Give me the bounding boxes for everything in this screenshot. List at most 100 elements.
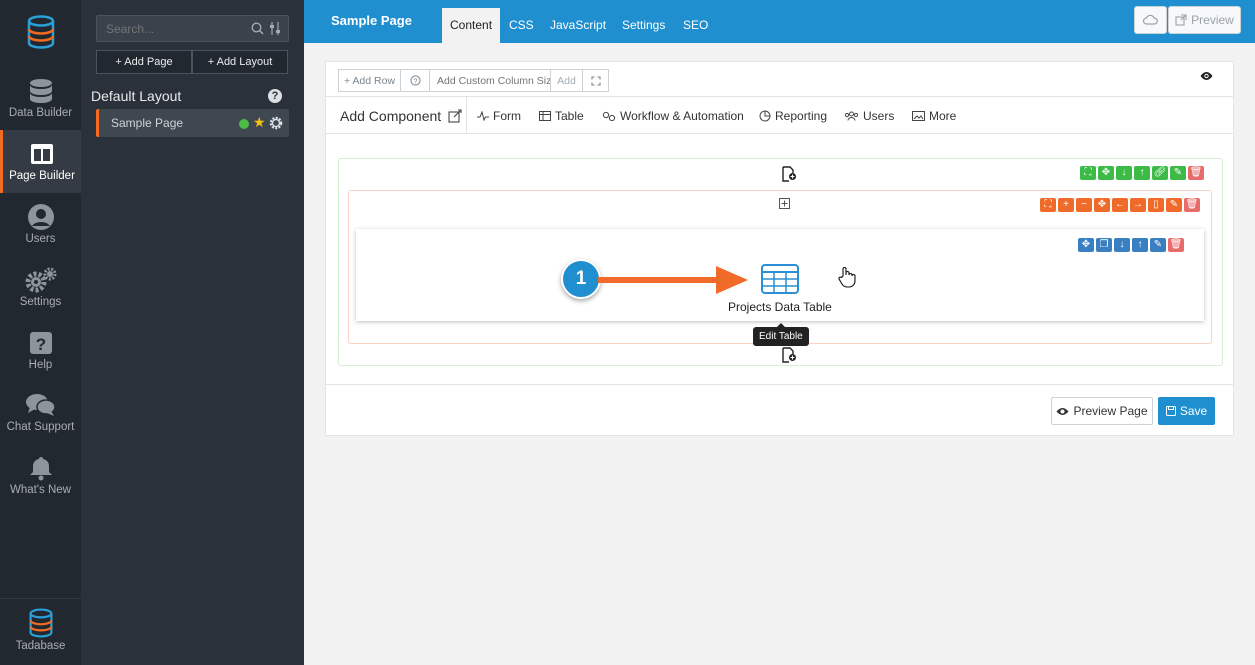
expand-icon [590,75,601,86]
add-column-icon[interactable] [779,198,790,209]
floppy-icon [1165,406,1176,416]
tadabase-logo-icon [29,608,52,638]
eye-icon[interactable] [1200,71,1213,81]
arrow-right-icon[interactable]: → [1130,198,1146,212]
filter-sliders-icon[interactable] [269,21,282,36]
search-input[interactable] [97,16,237,41]
arrow-up-icon[interactable]: ↑ [1132,238,1148,252]
tab-seo[interactable]: SEO [683,18,708,32]
hand-cursor-icon [838,267,856,288]
tab-settings[interactable]: Settings [622,18,665,32]
component-label: Reporting [775,109,828,123]
nav-data-builder[interactable]: Data Builder [0,67,81,130]
fullscreen-button[interactable] [582,69,609,92]
insert-row-above-icon[interactable] [781,166,797,182]
mobile-icon[interactable]: ▯ [1148,198,1164,212]
expand-icon[interactable]: ⛶ [1040,198,1056,212]
divider [326,384,1233,385]
copy-icon[interactable]: ❐ [1096,238,1112,252]
cloud-icon [1143,14,1158,25]
trash-icon[interactable]: 🗑︎ [1184,198,1200,212]
preview-page-button[interactable]: Preview Page [1051,397,1153,425]
move-icon[interactable]: ✥ [1078,238,1094,252]
arrow-left-icon[interactable]: ← [1112,198,1128,212]
tab-javascript[interactable]: JavaScript [550,18,606,32]
trash-icon[interactable]: 🗑︎ [1168,238,1184,252]
divider [466,97,467,134]
row-controls: ⛶ + − ✥ ← → ▯ ✎ 🗑︎ [1040,198,1200,212]
component-controls: ✥ ❐ ↓ ↑ ✎ 🗑︎ [1078,238,1184,252]
preview-button[interactable]: Preview [1168,6,1241,34]
tadabase-logo-icon [27,15,54,49]
nav-label: Settings [19,296,62,308]
section-controls: ⛶ ✥ ↓ ↑ 🔗︎ ✎ 🗑︎ [1080,166,1204,180]
arrow-up-icon[interactable]: ↑ [1134,166,1150,180]
plus-icon[interactable]: + [1058,198,1074,212]
add-column-button[interactable]: Add [550,69,583,92]
tab-content[interactable]: Content [442,8,501,43]
status-dot-icon [239,119,249,129]
edit-icon[interactable]: ✎ [1150,238,1166,252]
add-page-button[interactable]: + Add Page [96,50,192,74]
workflow-icon [602,111,616,121]
app-logo[interactable] [0,0,81,64]
component-workflow[interactable]: Workflow & Automation [602,109,744,123]
question-circle-icon: ? [409,75,421,86]
nav-users[interactable]: Users [0,193,81,256]
nav-settings[interactable]: Settings [0,256,81,319]
user-icon [27,204,54,230]
page-title: Sample Page [331,13,412,28]
component-more[interactable]: More [912,109,956,123]
tadabase-home[interactable]: Tadabase [0,598,81,665]
search-box [96,15,289,42]
arrow-down-icon[interactable]: ↓ [1114,238,1130,252]
preview-page-label: Preview Page [1073,404,1148,418]
nav-label: Page Builder [9,170,75,182]
component-reporting[interactable]: Reporting [759,109,827,123]
help-circle-icon[interactable]: ? [268,89,282,103]
custom-column-size-input[interactable] [429,69,551,92]
component-bar: Add Component Form Table Workflow & Auto… [326,96,1233,134]
link-icon[interactable]: 🔗︎ [1152,166,1168,180]
add-component-button[interactable]: Add Component [340,108,463,124]
tab-css[interactable]: CSS [509,18,534,32]
cloud-button[interactable] [1134,6,1167,34]
insert-row-below-icon[interactable] [781,347,797,363]
expand-icon[interactable]: ⛶ [1080,166,1096,180]
bell-icon [29,457,52,481]
star-icon[interactable]: ★ [253,114,266,131]
move-icon[interactable]: ✥ [1098,166,1114,180]
nav-chat-support[interactable]: Chat Support [0,381,81,444]
edit-icon[interactable]: ✎ [1170,166,1186,180]
search-icon[interactable] [251,22,264,35]
gear-icon[interactable] [269,116,283,130]
nav-help[interactable]: ? Help [0,319,81,382]
component-table[interactable]: Table [539,109,584,123]
left-navigation: Data Builder Page Builder Users Settings [0,0,81,665]
component-users[interactable]: Users [844,109,894,123]
page-list-item[interactable]: Sample Page ★ [96,109,289,137]
save-button[interactable]: Save [1158,397,1215,425]
edit-icon[interactable]: ✎ [1166,198,1182,212]
nav-label: Help [28,359,53,371]
data-table-icon[interactable] [761,264,799,294]
component-form[interactable]: Form [477,109,521,123]
help-icon: ? [29,332,52,354]
svg-text:?: ? [35,335,45,354]
add-row-button[interactable]: + Add Row [338,69,401,92]
arrow-down-icon[interactable]: ↓ [1116,166,1132,180]
nav-page-builder[interactable]: Page Builder [0,130,81,193]
eye-icon [1056,407,1069,415]
add-layout-button[interactable]: + Add Layout [192,50,288,74]
nav-label: What's New [10,484,71,496]
help-button[interactable]: ? [400,69,430,92]
tadabase-label: Tadabase [15,640,66,652]
database-icon [29,79,52,103]
trash-icon[interactable]: 🗑︎ [1188,166,1204,180]
nav-whats-new[interactable]: What's New [0,444,81,507]
minus-icon[interactable]: − [1076,198,1092,212]
table-component-label[interactable]: Projects Data Table [728,300,832,314]
move-icon[interactable]: ✥ [1094,198,1110,212]
form-pulse-icon [477,111,489,121]
svg-text:?: ? [413,76,417,85]
